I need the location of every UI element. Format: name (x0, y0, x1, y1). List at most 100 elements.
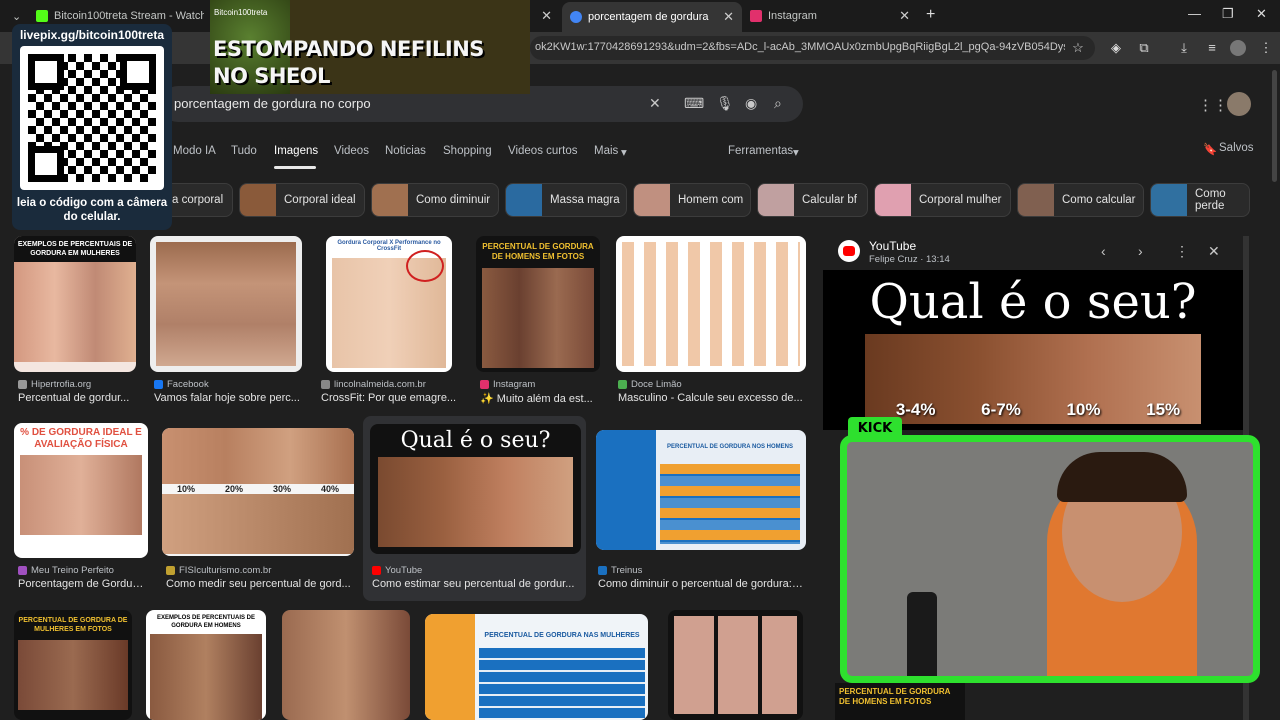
result-image-12[interactable] (282, 610, 410, 720)
bookmark-star-icon[interactable]: ☆ (1070, 40, 1086, 56)
chip-homem-com[interactable]: Homem com (633, 183, 751, 217)
panel-author: Felipe Cruz · 13:14 (869, 254, 950, 265)
percent-label: 3-4% (895, 400, 936, 419)
result-caption[interactable]: Como medir seu percentual de gord... (166, 578, 352, 590)
clear-search-icon[interactable]: ✕ (649, 95, 661, 112)
source-label: FISIculturismo.com.br (166, 565, 271, 576)
more-options-icon[interactable]: ⋮ (1175, 243, 1189, 260)
result-caption[interactable]: Percentual de gordur... (18, 392, 138, 404)
chip-label: Corporal ideal (284, 194, 356, 206)
result-image-5[interactable] (616, 236, 806, 372)
tab-videos-curtos[interactable]: Videos curtos (508, 145, 577, 157)
chip-label: Corporal mulher (919, 194, 1002, 206)
prev-icon[interactable]: ‹ (1101, 243, 1106, 259)
result-caption[interactable]: Como estimar seu percentual de gordur... (372, 578, 580, 590)
tab-tudo[interactable]: Tudo (231, 145, 257, 157)
result-caption[interactable]: Porcentagem de Gordura... (18, 578, 146, 590)
tab-videos[interactable]: Videos (334, 145, 369, 157)
account-avatar[interactable] (1227, 92, 1251, 116)
percent-label: 30% (272, 484, 291, 494)
tab-modo-ia[interactable]: Modo IA (173, 145, 216, 157)
result-image-6[interactable]: % DE GORDURA IDEAL E AVALIAÇÃO FÍSICA (14, 423, 148, 558)
banner-channel: Bitcoin100treta (214, 8, 268, 17)
result-image-8[interactable]: Qual é o seu? (370, 424, 581, 554)
tab-mais[interactable]: Mais (594, 145, 618, 157)
chip-label: Homem com (678, 194, 744, 206)
result-caption[interactable]: Masculino - Calcule seu excesso de... (618, 392, 803, 404)
chip-como-calcular[interactable]: Como calcular (1017, 183, 1144, 217)
source-label: lincolnalmeida.com.br (321, 379, 426, 390)
minimize-button[interactable]: — (1188, 6, 1201, 21)
result-image-10[interactable]: PERCENTUAL DE GORDURA DE MULHERES EM FOT… (14, 610, 132, 720)
chip-label: Como perde (1195, 188, 1226, 212)
next-icon[interactable]: › (1138, 243, 1143, 259)
tab-noticias[interactable]: Noticias (385, 145, 426, 157)
image-title: PERCENTUAL DE GORDURA DE MULHERES EM FOT… (18, 617, 128, 633)
result-image-1[interactable]: EXEMPLOS DE PERCENTUAIS DE GORDURA EM MU… (14, 236, 136, 372)
download-icon[interactable]: ⤓ (1176, 40, 1192, 56)
close-window-button[interactable]: ✕ (1256, 6, 1267, 22)
tab-close-button[interactable]: ✕ (530, 4, 560, 28)
chip-label: Massa magra (550, 194, 620, 206)
qr-instructions: leia o código com a câmera do celular. (16, 197, 168, 223)
source-label: YouTube (372, 565, 422, 576)
result-caption[interactable]: Como diminuir o percentual de gordura: .… (598, 578, 804, 590)
chip-calcular-bf[interactable]: Calcular bf (757, 183, 868, 217)
chip-label: Como calcular (1062, 194, 1136, 206)
result-image-4[interactable]: PERCENTUAL DE GORDURA DE HOMENS EM FOTOS (476, 236, 600, 372)
result-image-3[interactable]: Gordura Corporal X Performance no CrossF… (326, 236, 452, 372)
chip-como-diminuir[interactable]: Como diminuir (371, 183, 499, 217)
close-panel-icon[interactable]: ✕ (1208, 243, 1220, 260)
source-label: Doce Limão (618, 379, 682, 390)
result-image-2[interactable] (150, 236, 302, 372)
new-tab-button[interactable]: + (926, 6, 935, 24)
result-image-9[interactable]: PERCENTUAL DE GORDURA NOS HOMENS (596, 430, 806, 550)
url-text: ok2KW1w:1770428691293&udm=2&fbs=ADc_l-ac… (535, 41, 1065, 53)
close-icon[interactable]: ✕ (899, 8, 910, 24)
related-image-title[interactable]: PERCENTUAL DE GORDURA DE HOMENS EM FOTOS (835, 683, 965, 720)
result-image-13[interactable]: PERCENTUAL DE GORDURA NAS MULHERES (425, 614, 648, 720)
tab-label: Instagram (768, 10, 817, 22)
puzzle-icon[interactable]: ⧉ (1136, 40, 1152, 56)
search-icon[interactable]: ⌕ (774, 95, 782, 112)
media-icon[interactable]: ≡ (1204, 40, 1220, 56)
saved-button[interactable]: Salvos (1219, 142, 1254, 154)
image-title: % DE GORDURA IDEAL E AVALIAÇÃO FÍSICA (20, 427, 142, 450)
result-caption[interactable]: CrossFit: Por que emagre... (321, 392, 457, 404)
result-image-14[interactable] (668, 610, 803, 720)
qr-url: livepix.gg/bitcoin100treta (19, 28, 165, 42)
tab-shopping[interactable]: Shopping (443, 145, 492, 157)
chip-como-perder[interactable]: Como perde (1150, 183, 1250, 217)
maximize-button[interactable]: ❐ (1222, 6, 1234, 22)
stream-title: ESTOMPANDO NEFILINS NO SHEOL (213, 37, 484, 88)
active-tab-indicator (274, 166, 316, 169)
chip-gordura-corporal[interactable]: a corporal (165, 183, 233, 217)
result-image-11[interactable]: EXEMPLOS DE PERCENTUAIS DE GORDURA EM HO… (146, 610, 266, 720)
mic-icon[interactable]: 🎙 (716, 95, 734, 112)
extension-icon[interactable]: ◈ (1108, 40, 1124, 56)
tools-button[interactable]: Ferramentas (728, 145, 793, 157)
menu-icon[interactable]: ⋮ (1258, 40, 1274, 56)
image-title: PERCENTUAL DE GORDURA DE HOMENS EM FOTOS (482, 242, 594, 261)
close-icon[interactable]: ✕ (723, 9, 734, 25)
apps-grid-icon[interactable]: ⋮⋮ (1198, 96, 1228, 114)
source-label: Hipertrofia.org (18, 379, 91, 390)
panel-image[interactable]: Qual é o seu? 3-4% 6-7% 10% 15% (823, 270, 1243, 430)
camera-icon[interactable]: ◉ (745, 95, 757, 112)
image-title: EXEMPLOS DE PERCENTUAIS DE GORDURA EM HO… (156, 615, 255, 629)
tab-imagens[interactable]: Imagens (274, 145, 318, 157)
source-label: Instagram (480, 379, 535, 390)
result-image-7[interactable]: 10% 20% 30% 40% (162, 428, 354, 556)
tab-instagram[interactable]: Instagram ✕ (742, 4, 918, 28)
kick-favicon-icon (36, 10, 48, 22)
tab-google-search[interactable]: porcentagem de gordura no corpo ✕ (562, 2, 742, 32)
chip-massa-magra[interactable]: Massa magra (505, 183, 627, 217)
result-caption[interactable]: Vamos falar hoje sobre perc... (154, 392, 304, 404)
chip-corporal-ideal[interactable]: Corporal ideal (239, 183, 365, 217)
keyboard-icon[interactable]: ⌨ (684, 95, 704, 112)
chip-corporal-mulher[interactable]: Corporal mulher (874, 183, 1011, 217)
panel-source[interactable]: YouTube (869, 239, 916, 253)
profile-avatar[interactable] (1230, 40, 1246, 56)
result-caption[interactable]: ✨ Muito além da est... (480, 392, 595, 405)
scrollbar[interactable] (1272, 70, 1277, 182)
